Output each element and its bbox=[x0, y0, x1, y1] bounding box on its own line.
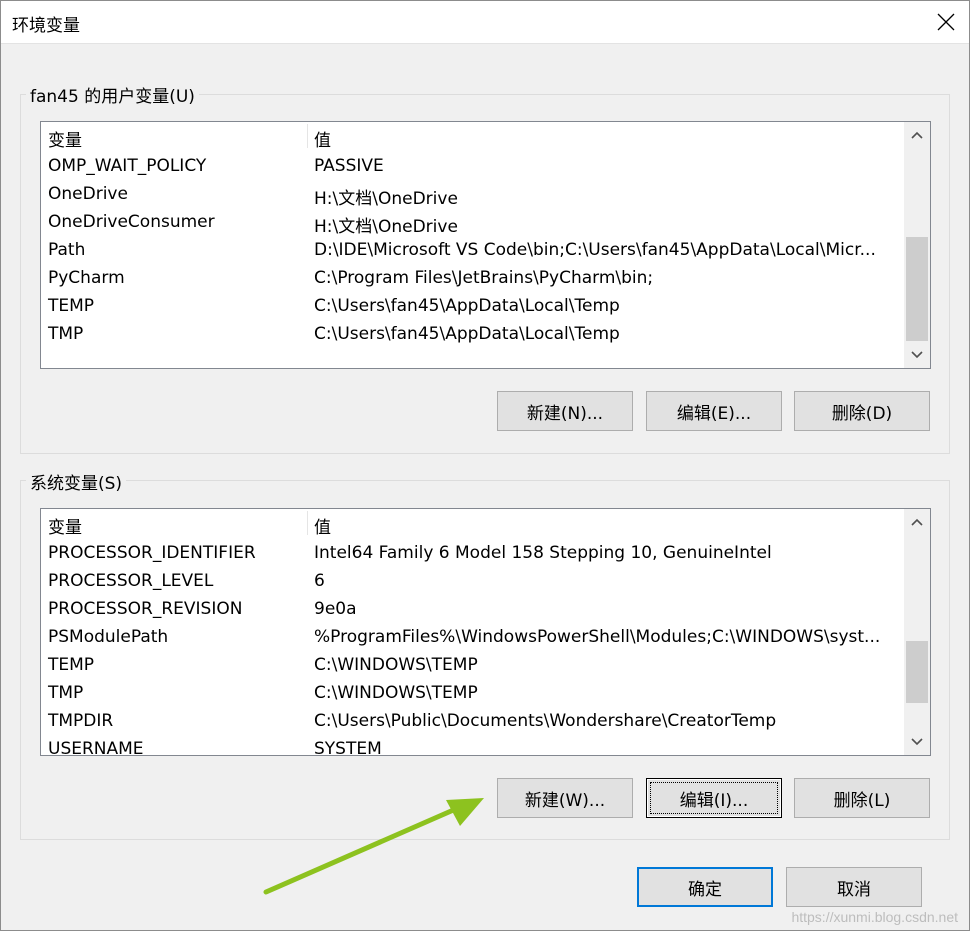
variable-value: C:\WINDOWS\TEMP bbox=[314, 683, 478, 703]
variable-name: OneDrive bbox=[48, 184, 128, 204]
table-row[interactable]: PROCESSOR_LEVEL 6 bbox=[41, 568, 904, 596]
variable-value: %ProgramFiles%\WindowsPowerShell\Modules… bbox=[314, 627, 881, 647]
watermark: https://xunmi.blog.csdn.net bbox=[791, 909, 958, 925]
variable-value: C:\WINDOWS\TEMP bbox=[314, 655, 478, 675]
system-edit-button[interactable]: 编辑(I)... bbox=[646, 778, 782, 818]
variable-value: C:\Users\fan45\AppData\Local\Temp bbox=[314, 324, 620, 344]
variable-name: TMP bbox=[48, 324, 84, 344]
variable-name: USERNAME bbox=[48, 739, 144, 756]
table-row[interactable]: TEMP C:\Users\fan45\AppData\Local\Temp bbox=[41, 293, 904, 321]
user-vars-list[interactable]: 变量 值 OMP_WAIT_POLICY PASSIVE OneDrive H:\文… bbox=[40, 121, 931, 369]
user-delete-button[interactable]: 删除(D) bbox=[794, 391, 930, 431]
variable-value: C:\Users\Public\Documents\Wondershare\Cr… bbox=[314, 711, 777, 731]
scroll-up-button[interactable] bbox=[904, 509, 930, 535]
table-row[interactable]: PROCESSOR_REVISION 9e0a bbox=[41, 596, 904, 624]
close-button[interactable] bbox=[930, 6, 962, 38]
table-row[interactable]: OneDrive H:\文档\OneDrive bbox=[41, 181, 904, 209]
system-vars-scrollbar[interactable] bbox=[904, 509, 930, 755]
scroll-thumb[interactable] bbox=[906, 641, 928, 703]
system-new-button[interactable]: 新建(W)... bbox=[497, 778, 633, 818]
user-vars-list-header: 变量 值 bbox=[41, 122, 904, 151]
table-row[interactable]: PyCharm C:\Program Files\JetBrains\PyChar… bbox=[41, 265, 904, 293]
title-bar: 环境变量 bbox=[0, 0, 970, 44]
column-header-value[interactable]: 值 bbox=[314, 126, 331, 151]
focus-rectangle bbox=[650, 782, 778, 814]
variable-value: PASSIVE bbox=[314, 156, 384, 176]
variable-name: PSModulePath bbox=[48, 627, 169, 647]
variable-value: 9e0a bbox=[314, 599, 357, 619]
scroll-thumb[interactable] bbox=[906, 237, 928, 341]
scroll-down-icon bbox=[911, 738, 923, 746]
user-new-button[interactable]: 新建(N)... bbox=[497, 391, 633, 431]
table-row[interactable]: TMP C:\WINDOWS\TEMP bbox=[41, 680, 904, 708]
variable-name: PyCharm bbox=[48, 268, 125, 288]
column-header-value[interactable]: 值 bbox=[314, 513, 331, 538]
table-row[interactable]: TMPDIR C:\Users\Public\Documents\Wondersh… bbox=[41, 708, 904, 736]
table-row[interactable]: Path D:\IDE\Microsoft VS Code\bin;C:\User… bbox=[41, 237, 904, 265]
variable-value: H:\文档\OneDrive bbox=[314, 217, 458, 237]
system-vars-list[interactable]: 变量 值 PROCESSOR_IDENTIFIER Intel64 Family … bbox=[40, 508, 931, 756]
variable-value: H:\文档\OneDrive bbox=[314, 189, 458, 209]
table-row[interactable]: TEMP C:\WINDOWS\TEMP bbox=[41, 652, 904, 680]
ok-button[interactable]: 确定 bbox=[637, 867, 773, 907]
variable-name: TMPDIR bbox=[48, 711, 114, 731]
variable-name: OMP_WAIT_POLICY bbox=[48, 156, 207, 176]
window-title: 环境变量 bbox=[12, 16, 80, 36]
variable-name: PROCESSOR_REVISION bbox=[48, 599, 243, 619]
scroll-down-icon bbox=[911, 351, 923, 359]
system-delete-button[interactable]: 删除(L) bbox=[794, 778, 930, 818]
scroll-up-icon bbox=[911, 131, 923, 139]
variable-name: TEMP bbox=[48, 296, 95, 316]
table-row[interactable]: USERNAME SYSTEM bbox=[41, 736, 904, 756]
column-header-variable[interactable]: 变量 bbox=[48, 126, 82, 151]
variable-value: C:\Users\fan45\AppData\Local\Temp bbox=[314, 296, 620, 316]
table-row[interactable]: OneDriveConsumer H:\文档\OneDrive bbox=[41, 209, 904, 237]
close-icon bbox=[937, 13, 955, 31]
variable-name: TEMP bbox=[48, 655, 95, 675]
scroll-up-button[interactable] bbox=[904, 122, 930, 148]
variable-name: OneDriveConsumer bbox=[48, 212, 215, 232]
table-row[interactable]: PROCESSOR_IDENTIFIER Intel64 Family 6 Mod… bbox=[41, 540, 904, 568]
table-row[interactable]: OMP_WAIT_POLICY PASSIVE bbox=[41, 153, 904, 181]
variable-value: C:\Program Files\JetBrains\PyCharm\bin; bbox=[314, 268, 654, 288]
variable-value: D:\IDE\Microsoft VS Code\bin;C:\Users\fa… bbox=[314, 240, 876, 260]
variable-name: TMP bbox=[48, 683, 84, 703]
variable-value: Intel64 Family 6 Model 158 Stepping 10, … bbox=[314, 543, 772, 563]
variable-value: SYSTEM bbox=[314, 739, 382, 756]
table-row[interactable]: PSModulePath %ProgramFiles%\WindowsPowerS… bbox=[41, 624, 904, 652]
variable-name: PROCESSOR_IDENTIFIER bbox=[48, 543, 256, 563]
cancel-button[interactable]: 取消 bbox=[786, 867, 922, 907]
scroll-down-button[interactable] bbox=[904, 342, 930, 368]
user-vars-group-label: fan45 的用户变量(U) bbox=[26, 82, 199, 107]
user-edit-button[interactable]: 编辑(E)... bbox=[646, 391, 782, 431]
scroll-up-icon bbox=[911, 518, 923, 526]
column-header-variable[interactable]: 变量 bbox=[48, 513, 82, 538]
user-vars-scrollbar[interactable] bbox=[904, 122, 930, 368]
system-vars-group-label: 系统变量(S) bbox=[26, 469, 127, 494]
variable-value: 6 bbox=[314, 571, 325, 591]
scroll-down-button[interactable] bbox=[904, 729, 930, 755]
system-vars-list-header: 变量 值 bbox=[41, 509, 904, 538]
variable-name: Path bbox=[48, 240, 86, 260]
variable-name: PROCESSOR_LEVEL bbox=[48, 571, 214, 591]
table-row[interactable]: TMP C:\Users\fan45\AppData\Local\Temp bbox=[41, 321, 904, 349]
column-separator[interactable] bbox=[307, 511, 308, 535]
column-separator[interactable] bbox=[307, 124, 308, 148]
